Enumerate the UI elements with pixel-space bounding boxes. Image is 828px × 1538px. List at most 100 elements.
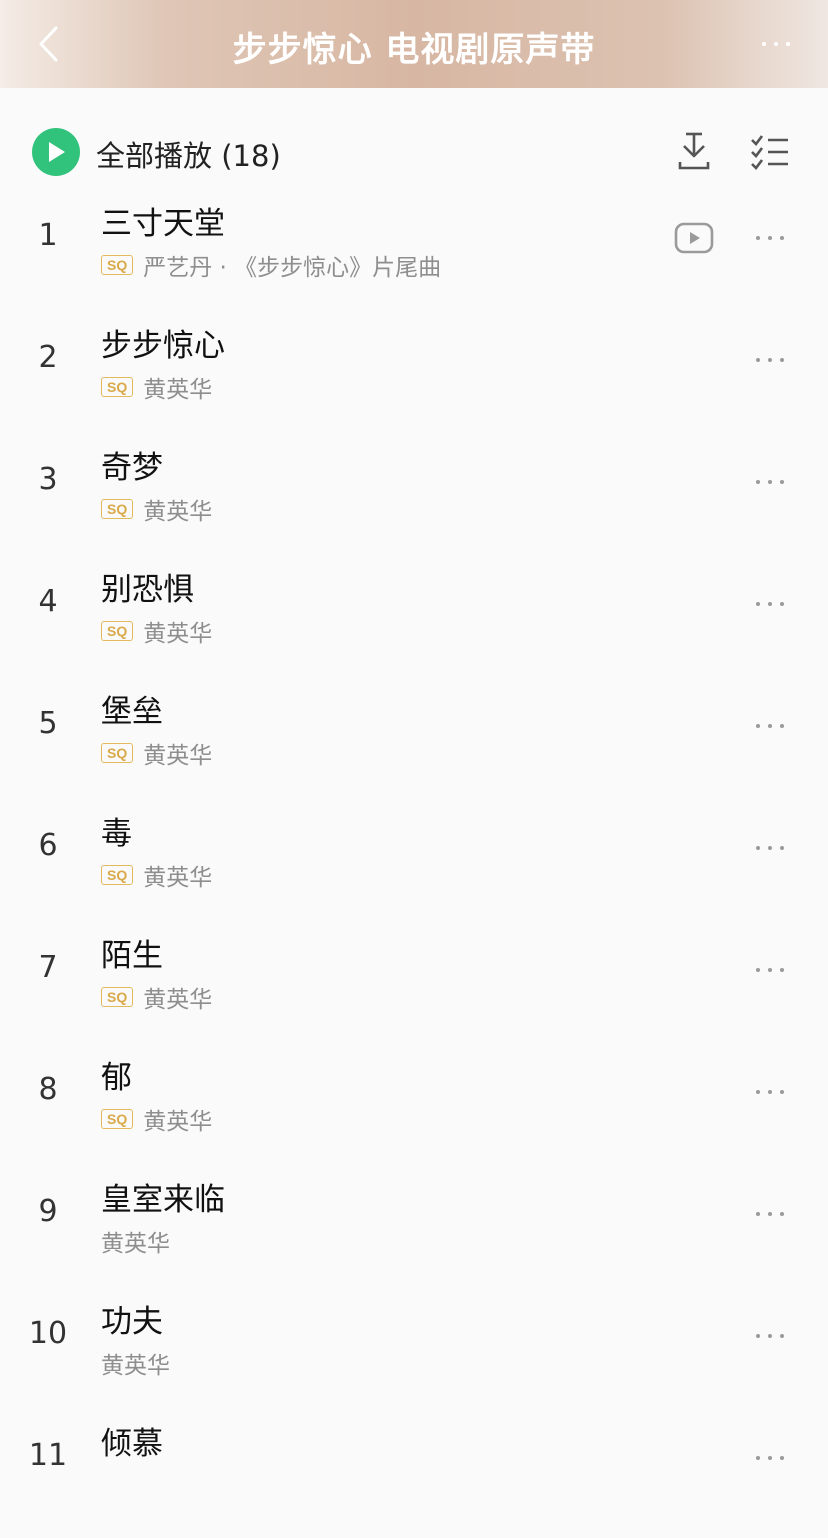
song-row[interactable]: 9 皇室来临 黄英华 bbox=[0, 1172, 828, 1294]
song-more-button[interactable] bbox=[748, 958, 792, 982]
song-index: 10 bbox=[28, 1316, 68, 1351]
more-button[interactable] bbox=[754, 26, 798, 62]
song-subtitle-line: 黄英华 bbox=[101, 1224, 170, 1258]
song-subtitle: 严艺丹 · 《步步惊心》片尾曲 bbox=[143, 255, 442, 281]
more-dot bbox=[768, 968, 772, 972]
song-title: 奇梦 bbox=[101, 450, 163, 486]
play-all-text: 全部播放 bbox=[96, 139, 213, 173]
song-subtitle: 黄英华 bbox=[143, 865, 213, 891]
download-button[interactable] bbox=[674, 130, 714, 174]
song-row[interactable]: 3 奇梦 SQ 黄英华 bbox=[0, 440, 828, 562]
download-icon bbox=[678, 132, 710, 170]
more-dot bbox=[786, 42, 790, 46]
song-row[interactable]: 11 倾慕 bbox=[0, 1416, 828, 1538]
multi-select-button[interactable] bbox=[748, 132, 792, 172]
more-dot bbox=[768, 1212, 772, 1216]
sq-badge: SQ bbox=[101, 255, 134, 275]
song-subtitle: 黄英华 bbox=[143, 377, 213, 403]
more-dot bbox=[768, 236, 772, 240]
song-index: 4 bbox=[38, 584, 58, 619]
more-dot bbox=[780, 1334, 784, 1338]
sq-badge: SQ bbox=[101, 865, 134, 885]
song-index: 9 bbox=[38, 1194, 58, 1229]
more-dot bbox=[768, 602, 772, 606]
song-title: 陌生 bbox=[101, 938, 163, 974]
song-more-button[interactable] bbox=[748, 714, 792, 738]
song-more-button[interactable] bbox=[748, 1324, 792, 1348]
song-list: 1 三寸天堂 SQ 严艺丹 · 《步步惊心》片尾曲 2 步步惊心 SQ 黄英华 bbox=[0, 196, 828, 1538]
song-subtitle: 黄英华 bbox=[143, 621, 213, 647]
song-subtitle-line: SQ 黄英华 bbox=[101, 492, 212, 526]
more-dot bbox=[780, 358, 784, 362]
more-horizontal-icon bbox=[756, 968, 760, 972]
song-more-button[interactable] bbox=[748, 1202, 792, 1226]
song-title: 倾慕 bbox=[101, 1426, 163, 1462]
more-dot bbox=[768, 358, 772, 362]
song-more-button[interactable] bbox=[748, 836, 792, 860]
song-index: 7 bbox=[38, 950, 58, 985]
song-more-button[interactable] bbox=[748, 348, 792, 372]
more-dot bbox=[774, 42, 778, 46]
song-row[interactable]: 7 陌生 SQ 黄英华 bbox=[0, 928, 828, 1050]
song-more-button[interactable] bbox=[748, 470, 792, 494]
song-index: 3 bbox=[38, 462, 58, 497]
song-subtitle-line: SQ 黄英华 bbox=[101, 370, 212, 404]
song-title: 三寸天堂 bbox=[101, 206, 225, 242]
more-horizontal-icon bbox=[756, 846, 760, 850]
song-index: 5 bbox=[38, 706, 58, 741]
more-dot bbox=[780, 1456, 784, 1460]
checklist-icon bbox=[751, 135, 788, 170]
song-more-button[interactable] bbox=[748, 1446, 792, 1470]
song-index: 6 bbox=[38, 828, 58, 863]
song-count: (18) bbox=[221, 139, 281, 173]
song-row[interactable]: 4 别恐惧 SQ 黄英华 bbox=[0, 562, 828, 684]
song-subtitle-line: SQ 黄英华 bbox=[101, 858, 212, 892]
list-toolbar: 全部播放 (18) bbox=[0, 120, 828, 184]
song-index: 11 bbox=[28, 1438, 68, 1473]
song-title: 郁 bbox=[101, 1060, 132, 1096]
more-horizontal-icon bbox=[756, 724, 760, 728]
song-subtitle: 黄英华 bbox=[143, 743, 213, 769]
more-dot bbox=[780, 480, 784, 484]
song-subtitle-line: SQ 黄英华 bbox=[101, 1102, 212, 1136]
play-all-label[interactable]: 全部播放 (18) bbox=[96, 133, 281, 175]
song-index: 8 bbox=[38, 1072, 58, 1107]
more-dot bbox=[768, 724, 772, 728]
song-more-button[interactable] bbox=[748, 1080, 792, 1104]
video-play-icon bbox=[674, 222, 714, 254]
song-subtitle: 黄英华 bbox=[143, 987, 213, 1013]
song-subtitle: 黄英华 bbox=[143, 499, 213, 525]
mv-button[interactable] bbox=[674, 222, 714, 254]
more-dot bbox=[780, 1212, 784, 1216]
more-horizontal-icon bbox=[756, 358, 760, 362]
song-more-button[interactable] bbox=[748, 592, 792, 616]
more-dot bbox=[780, 1090, 784, 1094]
song-title: 步步惊心 bbox=[101, 328, 225, 364]
song-more-button[interactable] bbox=[748, 226, 792, 250]
song-row[interactable]: 2 步步惊心 SQ 黄英华 bbox=[0, 318, 828, 440]
more-dot bbox=[780, 968, 784, 972]
song-row[interactable]: 5 堡垒 SQ 黄英华 bbox=[0, 684, 828, 806]
more-dot bbox=[780, 724, 784, 728]
more-horizontal-icon bbox=[762, 42, 766, 46]
song-subtitle-line: 黄英华 bbox=[101, 1346, 170, 1380]
song-title: 别恐惧 bbox=[101, 572, 194, 608]
sq-badge: SQ bbox=[101, 377, 134, 397]
sq-badge: SQ bbox=[101, 499, 134, 519]
more-dot bbox=[768, 1456, 772, 1460]
more-horizontal-icon bbox=[756, 1212, 760, 1216]
song-subtitle-line: SQ 黄英华 bbox=[101, 980, 212, 1014]
song-row[interactable]: 8 郁 SQ 黄英华 bbox=[0, 1050, 828, 1172]
more-dot bbox=[780, 846, 784, 850]
play-icon bbox=[49, 142, 65, 162]
sq-badge: SQ bbox=[101, 1109, 134, 1129]
song-subtitle-line: SQ 黄英华 bbox=[101, 614, 212, 648]
song-row[interactable]: 1 三寸天堂 SQ 严艺丹 · 《步步惊心》片尾曲 bbox=[0, 196, 828, 318]
play-all-button[interactable] bbox=[32, 128, 80, 176]
song-title: 功夫 bbox=[101, 1304, 163, 1340]
more-dot bbox=[768, 846, 772, 850]
song-row[interactable]: 10 功夫 黄英华 bbox=[0, 1294, 828, 1416]
more-dot bbox=[780, 236, 784, 240]
more-horizontal-icon bbox=[756, 602, 760, 606]
song-row[interactable]: 6 毒 SQ 黄英华 bbox=[0, 806, 828, 928]
